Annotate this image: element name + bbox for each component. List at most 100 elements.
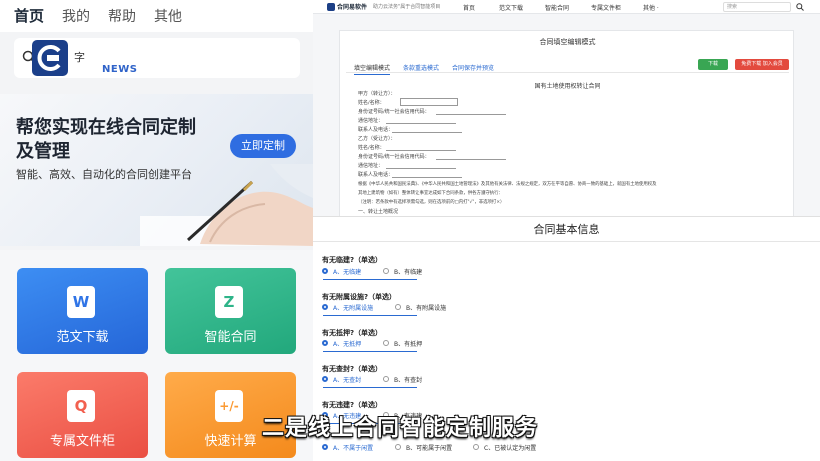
- radio-option-b[interactable]: [383, 376, 389, 382]
- field-underline[interactable]: [436, 159, 506, 160]
- radio-option-a[interactable]: [322, 268, 328, 274]
- brand-logo-icon: [32, 40, 68, 76]
- card-label: 智能合同: [204, 330, 257, 345]
- name-field-a[interactable]: [400, 98, 458, 106]
- card-smart-contract[interactable]: Z 智能合同: [165, 268, 296, 354]
- field-underline[interactable]: [386, 150, 456, 151]
- doc-paragraph: 根据《中华人民共和国民法典》、《中华人民共和国土地管理法》及其他有关法律、法规之…: [358, 182, 657, 187]
- doc-line: 通信地址：: [358, 163, 384, 169]
- nav-other[interactable]: 其他 ·: [643, 3, 659, 12]
- news-label: NEWS: [102, 64, 138, 75]
- tab-mine[interactable]: 我的: [62, 6, 90, 32]
- field-underline[interactable]: [392, 132, 462, 133]
- screen: 首页 我的 帮助 其他 字 NEWS 帮您实现在线合同定制及管理 智能、高效、自…: [0, 0, 820, 461]
- doc-line: 姓名/名称：: [358, 100, 385, 106]
- field-underline[interactable]: [436, 114, 506, 115]
- contract-panel: 合同填空编辑模式 填空编辑模式 条款重选模式 合同保存并预览 下载 免费下载 加…: [339, 30, 794, 218]
- field-underline[interactable]: [386, 123, 456, 124]
- nav-template-download[interactable]: 范文下载: [499, 3, 523, 12]
- option-label: B、有查封: [394, 377, 423, 384]
- radio-option-a[interactable]: [322, 340, 328, 346]
- option-label: C、已被认定为闲置: [484, 445, 537, 452]
- search-icon[interactable]: [796, 3, 804, 11]
- card-label: 专属文件柜: [49, 434, 115, 449]
- doc-line: 身份证号码/统一社会信用代码：: [358, 109, 430, 115]
- mobile-app: 首页 我的 帮助 其他 字 NEWS 帮您实现在线合同定制及管理 智能、高效、自…: [0, 0, 313, 461]
- radio-option-b[interactable]: [383, 340, 389, 346]
- option-label: A、不属于闲置: [333, 445, 374, 452]
- field-underline[interactable]: [392, 177, 462, 178]
- tab-fill-mode[interactable]: 填空编辑模式: [354, 63, 391, 75]
- selection-underline: [323, 351, 417, 352]
- video-caption: 二是线上合同智能定制服务: [262, 416, 539, 441]
- radio-option-a[interactable]: [322, 304, 328, 310]
- search-text: 字: [74, 51, 85, 64]
- tab-divider: [346, 72, 789, 73]
- option-label: B、有附属设施: [406, 305, 447, 312]
- doc-line: 姓名/名称：: [358, 145, 385, 151]
- desktop-search-input[interactable]: 搜索: [723, 2, 791, 12]
- radio-option-a[interactable]: [322, 376, 328, 382]
- radio-option-b[interactable]: [395, 444, 401, 450]
- question-label: 有无违建?（单选）: [322, 401, 383, 409]
- nav-file-cabinet[interactable]: 专属文件柜: [591, 3, 621, 12]
- option-label: B、有临建: [394, 269, 423, 276]
- card-template-download[interactable]: W 范文下载: [17, 268, 148, 354]
- card-file-cabinet[interactable]: Q 专属文件柜: [17, 372, 148, 458]
- question-label: 有无查封?（单选）: [322, 365, 383, 373]
- brand-name: 合同易软件: [337, 4, 368, 11]
- desktop-navbar: 合同易软件 助力云法务"属于合同智能项目 首页 范文下载 智能合同 专属文件柜 …: [313, 0, 820, 14]
- nav-smart-contract[interactable]: 智能合同: [545, 3, 569, 12]
- download-button[interactable]: 下载: [698, 59, 728, 70]
- field-underline[interactable]: [386, 168, 456, 169]
- brand-logo-icon: [327, 3, 335, 11]
- mobile-top-tabs: 首页 我的 帮助 其他: [0, 0, 313, 32]
- tab-help[interactable]: 帮助: [108, 6, 136, 32]
- radio-option-a[interactable]: [322, 444, 328, 450]
- hand-pen-icon: [140, 164, 313, 246]
- doc-line: 通信地址：: [358, 118, 384, 124]
- desktop-editor: 合同易软件 助力云法务"属于合同智能项目 首页 范文下载 智能合同 专属文件柜 …: [313, 0, 820, 218]
- card-label: 范文下载: [56, 330, 109, 345]
- option-label: A、无附属设施: [333, 305, 374, 312]
- smart-contract-icon: Z: [215, 286, 243, 318]
- tab-save-preview[interactable]: 合同保存并预览: [452, 63, 494, 72]
- doc-line: 乙方（受让方）：: [358, 136, 396, 142]
- tab-home[interactable]: 首页: [14, 5, 44, 32]
- doc-line: 甲方（转让方）：: [358, 91, 396, 97]
- option-label: A、无临建: [333, 269, 362, 276]
- nav-home[interactable]: 首页: [463, 3, 475, 12]
- option-label: A、无抵押: [333, 341, 362, 348]
- option-label: A、无查封: [333, 377, 362, 384]
- brand-slogan: 助力云法务"属于合同智能项目: [373, 4, 441, 10]
- free-download-button[interactable]: 免费下载 加入会员: [735, 59, 789, 70]
- tab-clause-mode[interactable]: 条款重选模式: [403, 63, 439, 72]
- option-label: B、可能属于闲置: [406, 445, 453, 452]
- doc-line: 联系人及电话：: [358, 127, 394, 133]
- question-label: 有无附属设施?（单选）: [322, 293, 397, 301]
- radio-option-b[interactable]: [383, 268, 389, 274]
- doc-paragraph: 其地上建筑物（如有）整体转让事宜达成如下合同条款，供各方遵守执行：: [358, 191, 503, 196]
- document-title: 国有土地使用权转让合同: [534, 83, 601, 90]
- form-title: 合同基本信息: [533, 223, 600, 236]
- selection-underline: [323, 315, 417, 316]
- panel-title: 合同填空编辑模式: [539, 38, 596, 46]
- doc-note: （注明：若条款中有选择项需勾选，则在选项前的□内打"√"，非选项打×）: [358, 200, 505, 205]
- question-label: 有无临建?（单选）: [322, 256, 383, 264]
- doc-line: 联系人及电话：: [358, 172, 394, 178]
- radio-option-b[interactable]: [395, 304, 401, 310]
- file-cabinet-icon: Q: [67, 390, 95, 422]
- calculator-icon: +/-: [215, 390, 243, 422]
- question-label: 有无抵押?（单选）: [322, 329, 383, 337]
- option-label: B、有抵押: [394, 341, 423, 348]
- banner-title: 帮您实现在线合同定制及管理: [16, 117, 196, 162]
- word-doc-icon: W: [67, 286, 95, 318]
- doc-line: 身份证号码/统一社会信用代码：: [358, 154, 430, 160]
- doc-section: 一、转让土地概况: [358, 209, 399, 215]
- selection-underline: [323, 387, 417, 388]
- radio-option-c[interactable]: [473, 444, 479, 450]
- promo-banner[interactable]: 帮您实现在线合同定制及管理 智能、高效、自动化的合同创建平台 立即定制: [0, 94, 313, 246]
- customize-now-button[interactable]: 立即定制: [230, 134, 296, 158]
- tab-other[interactable]: 其他: [154, 6, 182, 32]
- form-divider: [313, 241, 820, 242]
